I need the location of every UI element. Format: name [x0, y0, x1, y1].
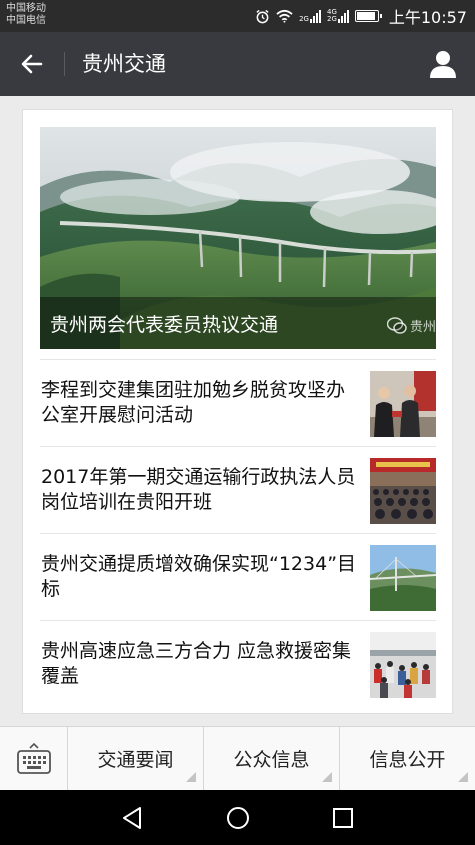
status-bar: 中国移动 中国电信 2G 4G 2G 上午10:57 — [0, 0, 475, 32]
wechat-icon — [386, 316, 407, 334]
nav-home-button[interactable] — [208, 790, 268, 845]
nav-recents-button[interactable] — [313, 790, 373, 845]
featured-article[interactable]: 贵州两会代表委员热议交通 贵州 — [40, 127, 436, 349]
status-icons: 2G 4G 2G 上午10:57 — [255, 0, 467, 32]
triangle-back-icon — [123, 806, 141, 829]
handshake-thumbnail — [370, 371, 436, 437]
article-card: 贵州两会代表委员热议交通 贵州 李程到交建集团驻加勉乡脱贫攻坚办公室开展慰问活动 — [22, 109, 453, 714]
news-title-text: 贵州高速应急三方合力 应急救援密集覆盖 — [41, 640, 352, 687]
meeting-hall-thumbnail — [370, 458, 436, 524]
news-item[interactable]: 2017年第一期交通运输行政执法人员岗位培训在贵阳开班 — [40, 446, 436, 533]
bottom-menu: 交通要闻 公众信息 信息公开 — [0, 726, 475, 790]
carrier-2: 中国电信 — [6, 15, 46, 26]
news-item[interactable]: 贵州交通提质增效确保实现“1234”目标 — [40, 533, 436, 620]
menu-info-disclosure[interactable]: 信息公开 — [340, 727, 475, 790]
menu-label: 公众信息 — [233, 749, 310, 771]
news-title-text: 李程到交建集团驻加勉乡脱贫攻坚办公室开展慰问活动 — [41, 379, 346, 426]
carrier-info: 中国移动 中国电信 — [6, 3, 46, 27]
nav-back-button[interactable] — [102, 790, 162, 845]
submenu-indicator-icon — [458, 772, 468, 782]
menu-label: 信息公开 — [369, 749, 446, 771]
carrier-1: 中国移动 — [6, 3, 46, 14]
featured-caption: 贵州两会代表委员热议交通 贵州 — [40, 297, 436, 349]
profile-button[interactable] — [425, 46, 461, 82]
battery-icon — [354, 10, 382, 22]
circle-home-icon — [227, 806, 249, 829]
title-divider — [64, 52, 65, 76]
signal-bars-1-icon — [309, 9, 321, 23]
watermark: 贵州 — [386, 316, 436, 335]
news-item[interactable]: 贵州高速应急三方合力 应急救援密集覆盖 — [40, 620, 436, 707]
back-button[interactable] — [10, 44, 54, 84]
person-icon — [430, 51, 456, 78]
bridge-thumbnail — [370, 545, 436, 611]
news-title: 2017年第一期交通运输行政执法人员岗位培训在贵阳开班 — [41, 447, 359, 533]
news-item[interactable]: 李程到交建集团驻加勉乡脱贫攻坚办公室开展慰问活动 — [40, 359, 436, 446]
keyboard-icon — [16, 742, 51, 774]
crowd-thumbnail — [370, 632, 436, 698]
news-title: 贵州交通提质增效确保实现“1234”目标 — [41, 534, 359, 620]
watermark-text: 贵州 — [409, 320, 436, 335]
keyboard-toggle-button[interactable] — [0, 727, 68, 790]
square-recents-icon — [333, 807, 353, 828]
featured-title: 贵州两会代表委员热议交通 — [50, 314, 279, 336]
title-bar: 贵州交通 — [0, 32, 475, 96]
alarm-icon — [256, 9, 269, 23]
news-title-text: 贵州交通提质增效确保实现“1234”目标 — [41, 553, 357, 600]
signal-bars-2-icon — [337, 9, 349, 23]
menu-label: 交通要闻 — [97, 749, 174, 771]
signal-1: 2G — [299, 9, 321, 23]
news-list: 李程到交建集团驻加勉乡脱贫攻坚办公室开展慰问活动 2017年第一期交通运输行政执… — [40, 359, 436, 707]
submenu-indicator-icon — [186, 772, 196, 782]
network-type-2b: 2G — [326, 15, 337, 23]
submenu-indicator-icon — [322, 772, 332, 782]
arrow-left-icon — [21, 54, 43, 74]
news-title-text: 2017年第一期交通运输行政执法人员岗位培训在贵阳开班 — [41, 466, 356, 513]
clock: 上午10:57 — [388, 8, 467, 27]
menu-traffic-news[interactable]: 交通要闻 — [68, 727, 204, 790]
menu-public-info[interactable]: 公众信息 — [204, 727, 340, 790]
news-title: 贵州高速应急三方合力 应急救援密集覆盖 — [41, 621, 359, 707]
news-title: 李程到交建集团驻加勉乡脱贫攻坚办公室开展慰问活动 — [41, 360, 359, 446]
wifi-icon — [276, 9, 293, 23]
page-title: 贵州交通 — [82, 52, 166, 76]
signal-2: 4G 2G — [327, 9, 349, 23]
network-type-1: 2G — [299, 15, 309, 23]
navigation-bar — [0, 790, 475, 845]
